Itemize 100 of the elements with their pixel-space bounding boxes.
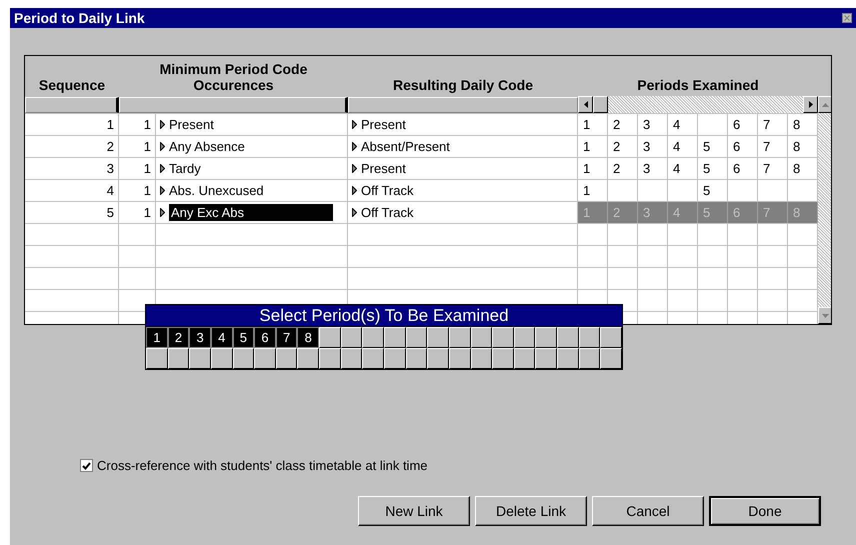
daily-code-cell[interactable]: Absent/Present (361, 136, 450, 157)
scroll-right-icon (808, 101, 812, 108)
period-slot[interactable] (146, 348, 168, 369)
period-cell: 5 (698, 180, 728, 201)
period-slot[interactable] (319, 348, 341, 369)
period-code-cell[interactable]: Any Exc Abs (169, 204, 333, 221)
period-slot[interactable] (578, 327, 600, 348)
count-cell: 1 (119, 202, 156, 223)
dialog-button[interactable]: Delete Link (475, 496, 587, 526)
period-slot[interactable] (492, 327, 514, 348)
period-toggle[interactable]: 8 (297, 327, 320, 348)
scroll-up-icon (822, 102, 829, 106)
period-slot[interactable] (448, 327, 471, 348)
period-toggle[interactable]: 1 (146, 327, 168, 348)
sequence-cell: 5 (25, 202, 119, 223)
period-slot[interactable] (319, 327, 341, 348)
column-header: Sequence (38, 77, 106, 95)
period-cell: 3 (638, 136, 668, 157)
period-cell: 3 (638, 114, 668, 135)
period-slot[interactable] (406, 348, 428, 369)
caret-icon (160, 186, 165, 195)
period-slot[interactable] (340, 327, 362, 348)
column-header: Minimum Period Code Occurences (158, 61, 308, 95)
period-slot[interactable] (362, 348, 384, 369)
period-slot[interactable] (448, 348, 471, 369)
period-cell: 4 (668, 114, 698, 135)
sequence-cell: 1 (25, 114, 119, 135)
caret-icon (160, 142, 165, 151)
popup-title: Select Period(s) To Be Examined (146, 305, 622, 326)
caret-icon (352, 186, 357, 195)
period-cell: 6 (728, 114, 758, 135)
period-toggle[interactable]: 4 (210, 327, 233, 348)
period-slot[interactable] (254, 348, 276, 369)
period-slot[interactable] (340, 348, 362, 369)
period-cell: 6 (728, 136, 758, 157)
period-cell: 1 (578, 136, 608, 157)
period-slot[interactable] (427, 348, 449, 369)
period-code-cell[interactable]: Abs. Unexcused (169, 180, 264, 201)
period-cell: 1 (578, 158, 608, 179)
dialog-button[interactable]: New Link (358, 496, 470, 526)
period-slot[interactable] (557, 327, 579, 348)
period-slot[interactable] (535, 327, 558, 348)
period-toggle[interactable]: 5 (232, 327, 254, 348)
caret-icon (352, 120, 357, 129)
daily-code-cell[interactable]: Off Track (361, 202, 414, 223)
dialog-button[interactable]: Done (709, 496, 821, 526)
period-slot[interactable] (384, 348, 406, 369)
period-cell: 7 (758, 202, 788, 223)
period-slot[interactable] (600, 348, 622, 369)
dialog-button[interactable]: Cancel (592, 496, 704, 526)
period-slot[interactable] (168, 348, 190, 369)
daily-code-cell[interactable]: Present (361, 158, 406, 179)
period-slot[interactable] (362, 327, 384, 348)
period-slot[interactable] (578, 348, 600, 369)
caret-icon (352, 164, 357, 173)
period-slot[interactable] (297, 348, 320, 369)
period-toggle[interactable]: 6 (254, 327, 276, 348)
period-slot[interactable] (427, 327, 449, 348)
caret-icon (160, 120, 165, 129)
period-slot[interactable] (406, 327, 428, 348)
period-slot[interactable] (189, 348, 211, 369)
period-toggle[interactable]: 3 (189, 327, 211, 348)
period-slot[interactable] (557, 348, 579, 369)
period-toggle[interactable]: 7 (276, 327, 298, 348)
period-slot[interactable] (470, 348, 492, 369)
period-code-cell[interactable]: Tardy (169, 158, 201, 179)
vertical-scrollbar[interactable] (818, 96, 831, 324)
period-cell: 2 (608, 158, 638, 179)
checkbox[interactable] (80, 459, 93, 472)
period-cell: 1 (578, 114, 608, 135)
period-slot[interactable] (600, 327, 622, 348)
period-code-cell[interactable]: Any Absence (169, 136, 245, 157)
column-header: Resulting Daily Code (392, 77, 534, 95)
period-slot[interactable] (514, 348, 536, 369)
period-slot[interactable] (535, 348, 558, 369)
sequence-cell: 2 (25, 136, 119, 157)
period-cell: 1 (578, 180, 608, 201)
daily-code-cell[interactable]: Off Track (361, 180, 414, 201)
count-cell: 1 (119, 136, 156, 157)
period-slot[interactable] (514, 327, 536, 348)
count-cell: 1 (119, 114, 156, 135)
period-slot[interactable] (492, 348, 514, 369)
caret-icon (160, 164, 165, 173)
column-header: Periods Examined (636, 77, 760, 95)
period-slot[interactable] (210, 348, 233, 369)
period-cell: 8 (788, 202, 818, 223)
period-code-cell[interactable]: Present (169, 114, 214, 135)
checkbox-label: Cross-reference with students' class timetable at link time (97, 458, 428, 473)
period-slot[interactable] (232, 348, 254, 369)
period-cell: 2 (608, 202, 638, 223)
period-slot[interactable] (470, 327, 492, 348)
period-cell: 3 (638, 158, 668, 179)
horizontal-scrollbar[interactable] (578, 96, 818, 113)
count-cell: 1 (119, 180, 156, 201)
period-toggle[interactable]: 2 (168, 327, 190, 348)
daily-code-cell[interactable]: Present (361, 114, 406, 135)
period-slot[interactable] (276, 348, 298, 369)
period-cell: 7 (758, 136, 788, 157)
period-slot[interactable] (384, 327, 406, 348)
caret-icon (352, 208, 357, 217)
